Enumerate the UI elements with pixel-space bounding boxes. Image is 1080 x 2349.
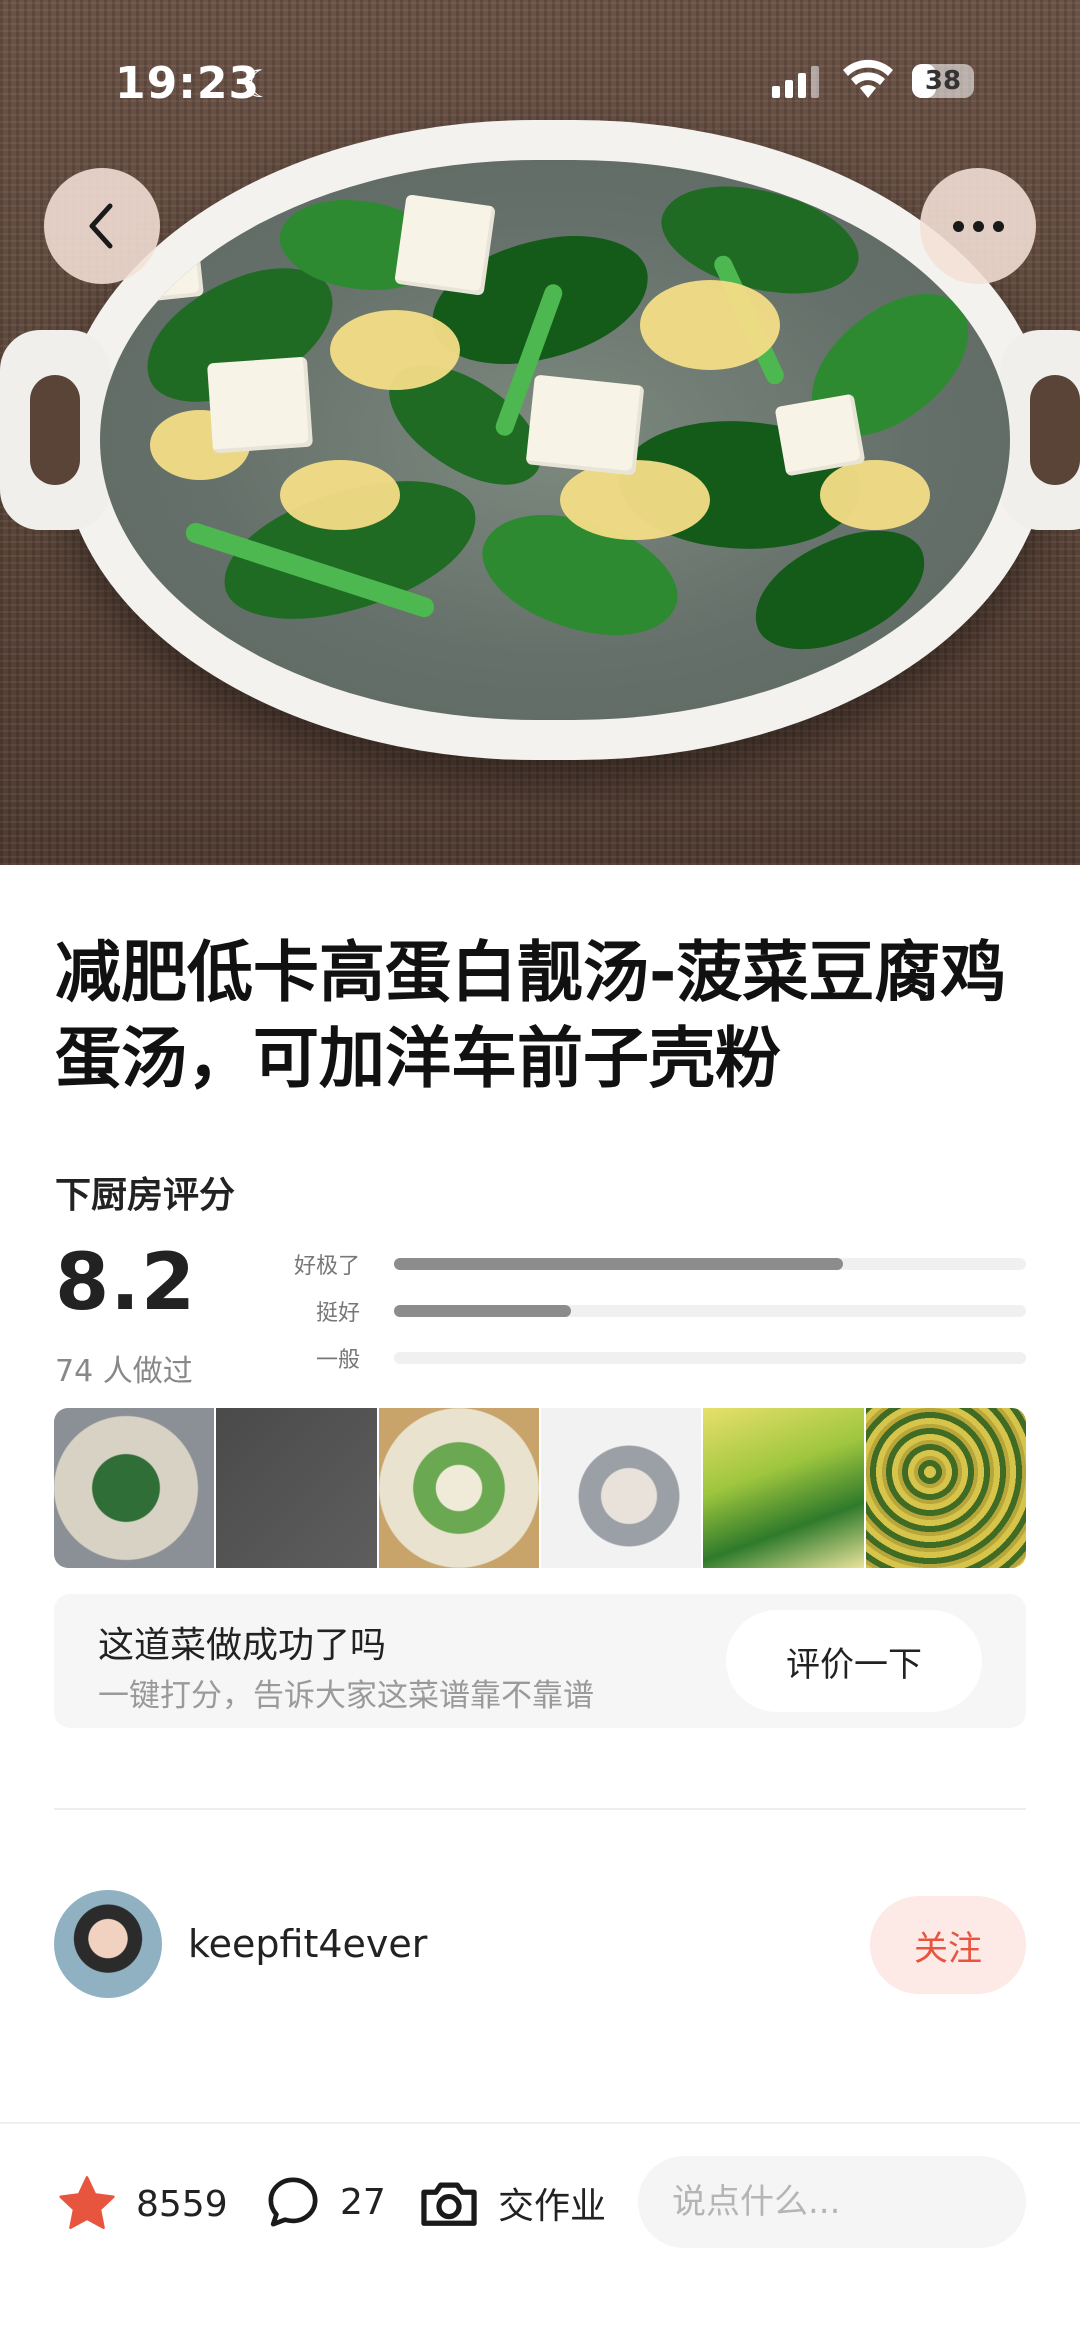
submit-homework-label: 交作业	[498, 2186, 607, 2227]
rating-bar-label: 挺好	[315, 1301, 360, 1326]
comment-input[interactable]	[638, 2156, 1026, 2248]
more-dots-icon	[952, 220, 1004, 232]
rating-bar-fill	[394, 1305, 571, 1317]
review-prompt-title: 这道菜做成功了吗	[98, 1625, 387, 1666]
user-photo-thumbnail[interactable]	[540, 1408, 702, 1568]
wifi-icon	[843, 59, 893, 98]
review-prompt-card: 这道菜做成功了吗 一键打分，告诉大家这菜谱靠不靠谱 评价一下	[54, 1594, 1026, 1728]
favorite-button[interactable]: 8559	[56, 2174, 228, 2234]
back-button[interactable]	[44, 168, 160, 284]
battery-icon: 38	[912, 64, 974, 98]
rating-bar-label: 好极了	[293, 1254, 360, 1279]
rating-label: 下厨房评分	[55, 1175, 236, 1216]
user-photos-strip[interactable]	[54, 1408, 1026, 1568]
rating-bar-track	[394, 1352, 1026, 1364]
moon-icon: ☾	[242, 62, 277, 106]
user-photo-thumbnail[interactable]	[54, 1408, 215, 1568]
favorite-count: 8559	[136, 2183, 228, 2225]
star-icon	[59, 2176, 115, 2230]
status-time: 19:23	[115, 58, 261, 109]
author-name[interactable]: keepfit4ever	[188, 1922, 427, 1966]
recipe-title: 减肥低卡高蛋白靓汤-菠菜豆腐鸡蛋汤，可加洋车前子壳粉	[55, 934, 1007, 1097]
more-button[interactable]	[920, 168, 1036, 284]
rating-score: 8.2	[55, 1238, 197, 1328]
submit-homework-button[interactable]: 交作业	[418, 2174, 606, 2232]
comment-button[interactable]: 27	[264, 2174, 386, 2230]
user-photo-thumbnail[interactable]	[703, 1408, 864, 1568]
rating-bar-good: 挺好	[290, 1295, 1030, 1326]
bottom-action-bar: 8559 27 交作业	[0, 2122, 1080, 2349]
status-bar: 19:23 ☾ 38	[0, 0, 1080, 110]
divider	[54, 1808, 1026, 1810]
chevron-left-icon	[89, 203, 113, 249]
author-avatar[interactable]	[54, 1890, 162, 1998]
camera-icon	[421, 2182, 477, 2226]
soup	[100, 160, 1010, 720]
review-prompt-subtitle: 一键打分，告诉大家这菜谱靠不靠谱	[98, 1678, 594, 1714]
rating-bar-track	[394, 1305, 1026, 1317]
battery-percent: 38	[924, 66, 962, 96]
rating-bar-excellent: 好极了	[290, 1248, 1030, 1279]
bowl-handle-left	[0, 330, 110, 530]
rate-button[interactable]: 评价一下	[726, 1610, 982, 1712]
follow-button[interactable]: 关注	[870, 1896, 1026, 1994]
user-photo-thumbnail[interactable]	[865, 1408, 1026, 1568]
made-count: 74 人做过	[55, 1354, 193, 1389]
recipe-cover-photo	[0, 0, 1080, 865]
user-photo-thumbnail[interactable]	[216, 1408, 377, 1568]
rating-bar-fill	[394, 1258, 843, 1270]
comment-bubble-icon	[268, 2177, 318, 2227]
comment-count: 27	[340, 2181, 386, 2223]
rating-bar-label: 一般	[315, 1348, 360, 1373]
user-photo-thumbnail[interactable]	[378, 1408, 539, 1568]
rating-bar-average: 一般	[290, 1342, 1030, 1373]
rating-bar-track	[394, 1258, 1026, 1270]
cellular-signal-icon	[772, 64, 819, 98]
bowl-handle-right	[1000, 330, 1080, 530]
